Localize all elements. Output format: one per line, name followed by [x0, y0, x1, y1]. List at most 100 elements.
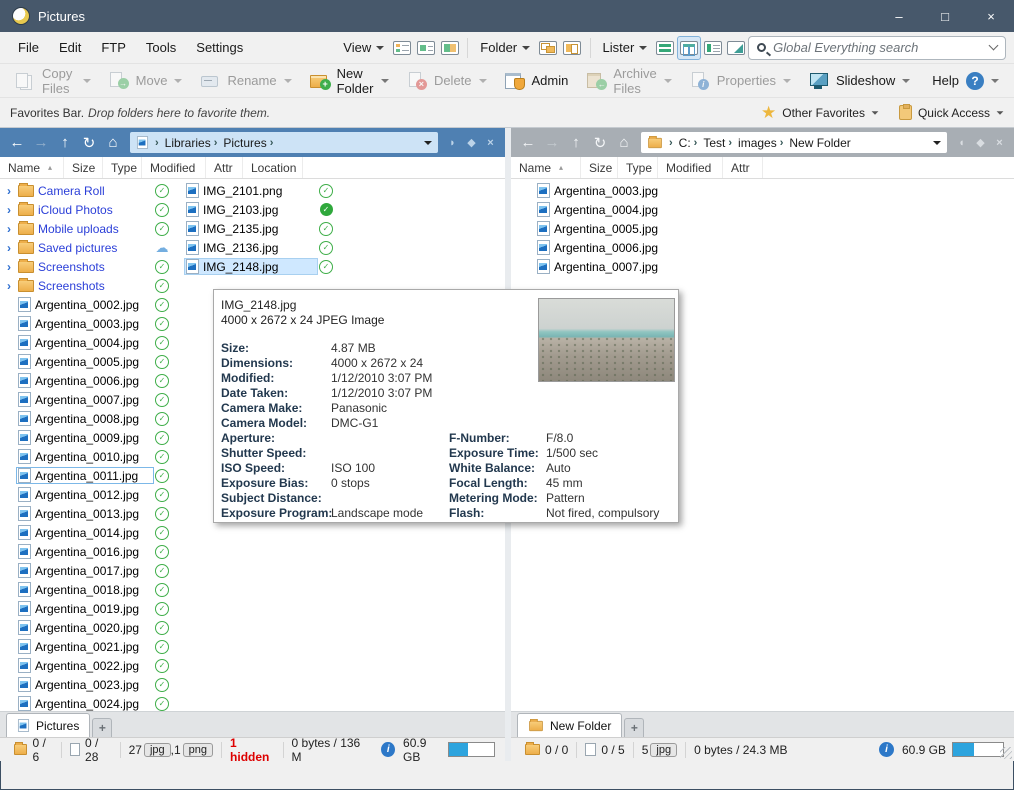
- file-name-cell[interactable]: IMG_2103.jpg: [184, 201, 318, 218]
- file-name-cell[interactable]: Mobile uploads: [16, 220, 154, 237]
- menu-item[interactable]: FTP: [91, 40, 136, 55]
- file-name-cell[interactable]: Argentina_0003.jpg: [16, 315, 154, 332]
- file-row[interactable]: › Argentina_0002.jpg: [2, 295, 170, 314]
- file-row[interactable]: › Argentina_0007.jpg: [2, 390, 170, 409]
- pane-split-button[interactable]: ◆: [972, 136, 989, 149]
- file-name-cell[interactable]: Argentina_0005.jpg: [535, 220, 735, 237]
- new-tab-button[interactable]: +: [92, 718, 112, 737]
- breadcrumb-label[interactable]: Pictures: [223, 136, 266, 150]
- file-row[interactable]: › Argentina_0020.jpg: [2, 618, 170, 637]
- toolbar-button[interactable]: New Folder: [301, 62, 398, 100]
- breadcrumb-segment[interactable]: › New Folder: [777, 136, 851, 150]
- file-name-cell[interactable]: Argentina_0013.jpg: [16, 505, 154, 522]
- home-button[interactable]: ⌂: [102, 134, 124, 151]
- toolbar-button[interactable]: Delete: [398, 68, 496, 93]
- expand-icon[interactable]: ›: [2, 279, 16, 293]
- file-row[interactable]: IMG_2101.png: [184, 181, 334, 200]
- file-name-cell[interactable]: Argentina_0007.jpg: [535, 258, 735, 275]
- left-breadcrumb[interactable]: › Libraries › Pictures ›: [130, 132, 438, 153]
- up-button[interactable]: ↑: [54, 134, 76, 151]
- minimize-button[interactable]: –: [876, 0, 922, 32]
- file-name-cell[interactable]: Argentina_0009.jpg: [16, 429, 154, 446]
- breadcrumb-label[interactable]: New Folder: [789, 136, 850, 150]
- file-name-cell[interactable]: Argentina_0004.jpg: [16, 334, 154, 351]
- file-name-cell[interactable]: Argentina_0006.jpg: [535, 239, 735, 256]
- lister-viewer-button[interactable]: [724, 36, 748, 60]
- maximize-button[interactable]: □: [922, 0, 968, 32]
- file-row[interactable]: IMG_2135.jpg: [184, 219, 334, 238]
- lister-dual-button[interactable]: [677, 36, 701, 60]
- file-name-cell[interactable]: Argentina_0005.jpg: [16, 353, 154, 370]
- expand-icon[interactable]: ›: [2, 203, 16, 217]
- chevron-down-icon[interactable]: [997, 111, 1004, 114]
- chevron-down-icon[interactable]: [872, 111, 879, 114]
- pane-close-button[interactable]: ×: [482, 137, 499, 149]
- file-name-cell[interactable]: Screenshots: [16, 277, 154, 294]
- breadcrumb-segment[interactable]: › images: [725, 136, 776, 150]
- file-row[interactable]: › Argentina_0014.jpg: [2, 523, 170, 542]
- file-name-cell[interactable]: Argentina_0003.jpg: [535, 182, 735, 199]
- column-header[interactable]: Modified: [658, 157, 723, 178]
- menu-item[interactable]: File: [8, 40, 49, 55]
- file-name-cell[interactable]: IMG_2148.jpg: [184, 258, 318, 275]
- file-row[interactable]: › Screenshots: [2, 276, 170, 295]
- chevron-down-icon[interactable]: [381, 79, 389, 83]
- view-thumbnails-button[interactable]: [438, 36, 462, 60]
- file-name-cell[interactable]: Argentina_0011.jpg: [16, 467, 154, 484]
- column-header[interactable]: Attr: [206, 157, 243, 178]
- menu-item[interactable]: Settings: [186, 40, 253, 55]
- file-row[interactable]: IMG_2148.jpg: [184, 257, 334, 276]
- expand-icon[interactable]: ›: [2, 222, 16, 236]
- column-header[interactable]: Attr: [723, 157, 763, 178]
- file-row[interactable]: › iCloud Photos: [2, 200, 170, 219]
- file-row[interactable]: › Camera Roll: [2, 181, 170, 200]
- column-header[interactable]: Name ▴: [0, 157, 64, 178]
- file-row[interactable]: › Argentina_0024.jpg: [2, 694, 170, 711]
- file-name-cell[interactable]: Argentina_0006.jpg: [16, 372, 154, 389]
- forward-button[interactable]: →: [541, 134, 563, 151]
- chevron-down-icon[interactable]: [83, 79, 91, 83]
- forward-button[interactable]: →: [30, 134, 52, 151]
- up-button[interactable]: ↑: [565, 134, 587, 151]
- file-name-cell[interactable]: Argentina_0021.jpg: [16, 638, 154, 655]
- file-row[interactable]: › Argentina_0018.jpg: [2, 580, 170, 599]
- file-row[interactable]: › Argentina_0023.jpg: [2, 675, 170, 694]
- file-row[interactable]: › Argentina_0013.jpg: [2, 504, 170, 523]
- lister-single-button[interactable]: [653, 36, 677, 60]
- column-header[interactable]: Modified: [142, 157, 206, 178]
- lister-tree-button[interactable]: [701, 36, 725, 60]
- breadcrumb-segment[interactable]: › Test: [691, 136, 726, 150]
- info-icon[interactable]: i: [381, 742, 395, 757]
- view-menu-button[interactable]: View: [337, 40, 390, 55]
- file-name-cell[interactable]: Argentina_0014.jpg: [16, 524, 154, 541]
- file-row[interactable]: Argentina_0003.jpg: [535, 181, 735, 200]
- file-row[interactable]: › Argentina_0003.jpg: [2, 314, 170, 333]
- folder-menu-button[interactable]: Folder: [474, 40, 536, 55]
- file-row[interactable]: › Argentina_0017.jpg: [2, 561, 170, 580]
- lister-menu-button[interactable]: Lister: [596, 40, 653, 55]
- breadcrumb-label[interactable]: C:: [679, 136, 691, 150]
- file-row[interactable]: › Argentina_0006.jpg: [2, 371, 170, 390]
- chevron-down-icon[interactable]: [284, 79, 292, 83]
- info-icon[interactable]: i: [879, 742, 894, 757]
- breadcrumb-label[interactable]: Test: [703, 136, 725, 150]
- help-button[interactable]: Help ?: [923, 68, 1008, 94]
- file-row[interactable]: Argentina_0006.jpg: [535, 238, 735, 257]
- file-name-cell[interactable]: Argentina_0018.jpg: [16, 581, 154, 598]
- file-row[interactable]: Argentina_0007.jpg: [535, 257, 735, 276]
- toolbar-button[interactable]: Move: [100, 68, 192, 93]
- quick-access-button[interactable]: Quick Access: [918, 106, 990, 120]
- file-row[interactable]: › Argentina_0011.jpg: [2, 466, 170, 485]
- file-row[interactable]: › Mobile uploads: [2, 219, 170, 238]
- folder-tree-button[interactable]: [536, 36, 560, 60]
- file-name-cell[interactable]: Argentina_0017.jpg: [16, 562, 154, 579]
- file-name-cell[interactable]: IMG_2101.png: [184, 182, 318, 199]
- pane-close-button[interactable]: ×: [991, 137, 1008, 149]
- back-button[interactable]: ←: [517, 134, 539, 151]
- file-row[interactable]: › Argentina_0019.jpg: [2, 599, 170, 618]
- file-row[interactable]: › Argentina_0009.jpg: [2, 428, 170, 447]
- breadcrumb-label[interactable]: Libraries: [165, 136, 211, 150]
- expand-icon[interactable]: ›: [2, 184, 16, 198]
- chevron-down-icon[interactable]: [664, 79, 672, 83]
- column-header[interactable]: Location: [243, 157, 303, 178]
